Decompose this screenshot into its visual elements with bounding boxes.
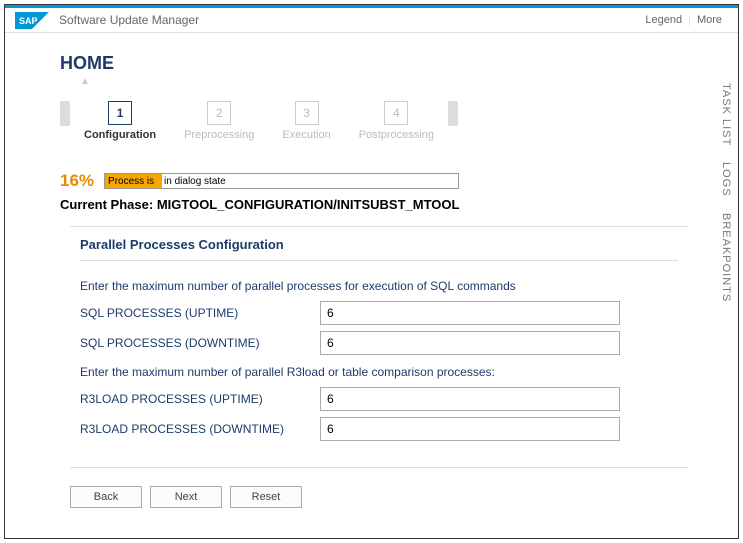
current-phase: Current Phase: MIGTOOL_CONFIGURATION/INI… bbox=[60, 197, 688, 212]
reset-button[interactable]: Reset bbox=[230, 486, 302, 508]
page-title: HOME bbox=[60, 53, 688, 74]
roadmap-step-1[interactable]: 1 bbox=[108, 101, 132, 125]
roadmap-label-1: Configuration bbox=[84, 129, 156, 141]
label-sql-downtime: SQL PROCESSES (DOWNTIME) bbox=[80, 336, 320, 350]
top-bar: SAP Software Update Manager Legend | Mor… bbox=[5, 5, 738, 33]
roadmap-start-icon bbox=[60, 101, 70, 126]
app-title: Software Update Manager bbox=[59, 13, 199, 27]
input-sql-downtime[interactable] bbox=[320, 331, 620, 355]
roadmap-step-4[interactable]: 4 bbox=[384, 101, 408, 125]
roadmap: 1 Configuration 2 Preprocessing 3 Execut… bbox=[60, 101, 688, 141]
hint-r3load: Enter the maximum number of parallel R3l… bbox=[80, 365, 678, 379]
hint-sql: Enter the maximum number of parallel pro… bbox=[80, 279, 678, 293]
input-sql-uptime[interactable] bbox=[320, 301, 620, 325]
roadmap-step-2[interactable]: 2 bbox=[207, 101, 231, 125]
more-link[interactable]: More bbox=[691, 14, 728, 26]
roadmap-end-icon bbox=[448, 101, 458, 126]
label-sql-uptime: SQL PROCESSES (UPTIME) bbox=[80, 306, 320, 320]
next-button[interactable]: Next bbox=[150, 486, 222, 508]
status-bar-text: in dialog state bbox=[162, 174, 458, 188]
status-bar: Process is in dialog state bbox=[104, 173, 459, 189]
label-r3-downtime: R3LOAD PROCESSES (DOWNTIME) bbox=[80, 422, 320, 436]
label-r3-uptime: R3LOAD PROCESSES (UPTIME) bbox=[80, 392, 320, 406]
input-r3-uptime[interactable] bbox=[320, 387, 620, 411]
input-r3-downtime[interactable] bbox=[320, 417, 620, 441]
sap-logo: SAP bbox=[15, 12, 49, 29]
roadmap-step-3[interactable]: 3 bbox=[295, 101, 319, 125]
progress-percent: 16% bbox=[60, 171, 94, 191]
roadmap-label-2: Preprocessing bbox=[184, 129, 254, 141]
roadmap-label-3: Execution bbox=[282, 129, 330, 141]
legend-link[interactable]: Legend bbox=[639, 14, 688, 26]
svg-text:SAP: SAP bbox=[19, 16, 38, 26]
roadmap-label-4: Postprocessing bbox=[359, 129, 434, 141]
status-bar-fill: Process is bbox=[105, 174, 162, 188]
parallel-processes-section: Parallel Processes Configuration Enter t… bbox=[70, 226, 688, 468]
back-button[interactable]: Back bbox=[70, 486, 142, 508]
collapse-arrow-icon: ▲ bbox=[80, 76, 688, 87]
section-title: Parallel Processes Configuration bbox=[80, 237, 678, 261]
